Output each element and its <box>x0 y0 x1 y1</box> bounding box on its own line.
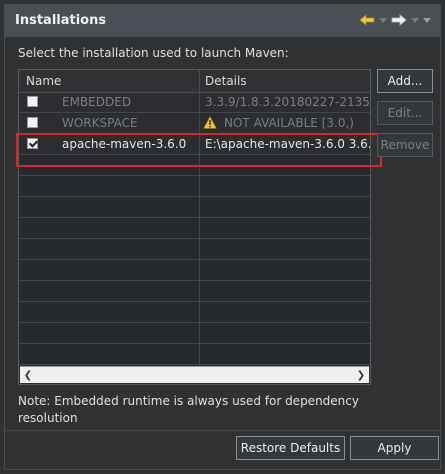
column-separator[interactable] <box>199 70 200 92</box>
column-header-name[interactable]: Name <box>26 74 61 88</box>
warning-icon <box>202 115 218 132</box>
add-button-label: Add... <box>387 74 423 88</box>
scrollbar-thumb[interactable] <box>38 370 348 380</box>
divider <box>5 430 440 431</box>
panel-title: Installations <box>15 13 107 28</box>
edit-button[interactable]: Edit... <box>377 101 433 125</box>
table-row[interactable]: EMBEDDED 3.3.9/1.8.3.20180227-2135 <box>19 92 370 113</box>
table-row[interactable]: WORKSPACE NOT AVAILABLE [3.0,) <box>19 113 370 134</box>
installation-checkbox[interactable] <box>27 117 38 128</box>
apply-label: Apply <box>377 441 412 455</box>
back-arrow-icon[interactable] <box>358 12 376 28</box>
panel-header: Installations <box>5 5 440 37</box>
installation-checkbox[interactable] <box>27 96 38 107</box>
installation-name: EMBEDDED <box>62 95 132 109</box>
scroll-left-icon[interactable]: ❮ <box>20 367 36 383</box>
empty-row <box>19 260 370 281</box>
navigation-controls <box>358 12 432 28</box>
empty-row <box>19 197 370 218</box>
empty-row <box>19 323 370 344</box>
edit-button-label: Edit... <box>387 106 423 120</box>
scroll-right-icon[interactable]: ❯ <box>353 367 369 383</box>
installation-details: NOT AVAILABLE [3.0,) <box>224 116 354 130</box>
empty-row <box>19 344 370 365</box>
selection-highlight-annotation <box>16 133 382 167</box>
forward-arrow-icon[interactable] <box>390 12 408 28</box>
table-header: Name Details <box>19 70 370 93</box>
remove-button-label: Remove <box>380 138 430 152</box>
cell-separator <box>199 113 200 133</box>
empty-row <box>19 239 370 260</box>
empty-row <box>19 281 370 302</box>
empty-row <box>19 218 370 239</box>
installations-table[interactable]: Name Details EMBEDDED 3.3.9/1.8.3.201802… <box>18 69 371 385</box>
column-header-details[interactable]: Details <box>205 74 247 88</box>
back-dropdown-icon[interactable] <box>378 12 388 28</box>
forward-dropdown-icon[interactable] <box>410 12 420 28</box>
apply-button[interactable]: Apply <box>350 436 439 460</box>
instruction-label: Select the installation used to launch M… <box>18 46 289 60</box>
remove-button[interactable]: Remove <box>377 133 433 157</box>
add-button[interactable]: Add... <box>377 69 433 93</box>
horizontal-scrollbar[interactable]: ❮ ❯ <box>20 366 369 383</box>
restore-defaults-button[interactable]: Restore Defaults <box>236 436 345 460</box>
cell-separator <box>199 92 200 112</box>
embedded-runtime-note: Note: Embedded runtime is always used fo… <box>18 394 359 425</box>
installation-details: 3.3.9/1.8.3.20180227-2135 <box>205 95 370 109</box>
empty-row <box>19 176 370 197</box>
empty-row <box>19 302 370 323</box>
installation-name: WORKSPACE <box>62 116 138 130</box>
view-menu-icon[interactable] <box>422 12 432 28</box>
restore-defaults-label: Restore Defaults <box>240 441 341 455</box>
